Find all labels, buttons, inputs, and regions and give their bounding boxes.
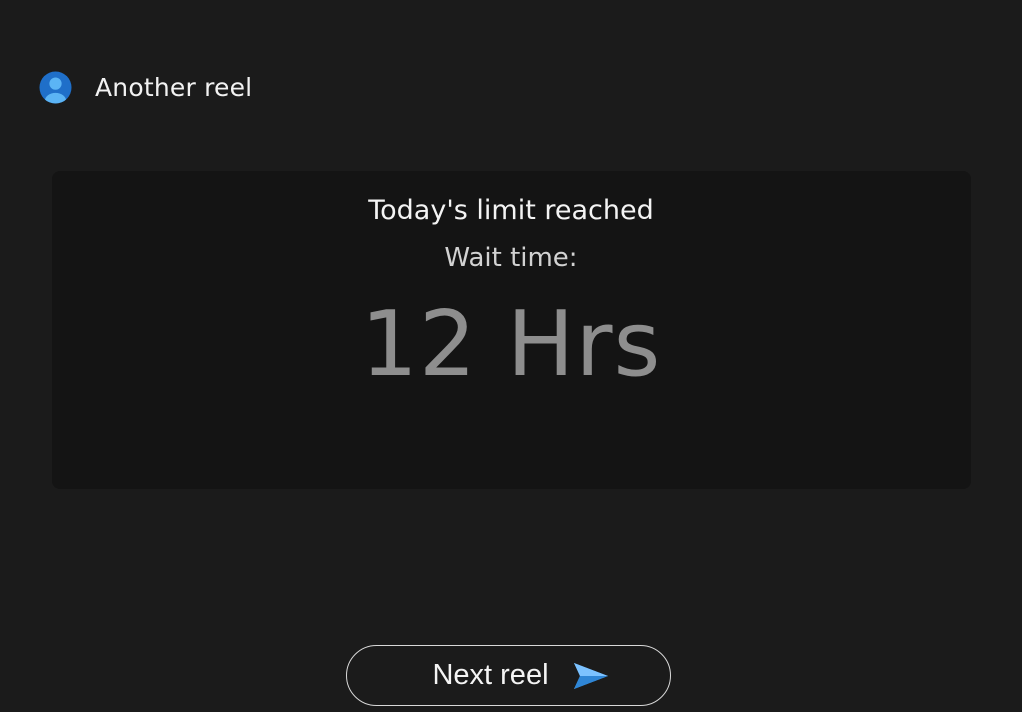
next-reel-label: Next reel	[432, 659, 549, 691]
limit-title: Today's limit reached	[368, 195, 654, 226]
user-avatar-icon[interactable]	[39, 70, 72, 104]
header: Another reel	[39, 70, 252, 104]
limit-screen: Another reel Today's limit reached Wait …	[0, 0, 1022, 712]
wait-time-value: 12 Hrs	[360, 292, 662, 397]
send-arrow-icon	[573, 662, 608, 689]
header-title: Another reel	[95, 72, 253, 102]
next-reel-button[interactable]: Next reel	[346, 645, 671, 706]
wait-time-label: Wait time:	[444, 243, 578, 273]
